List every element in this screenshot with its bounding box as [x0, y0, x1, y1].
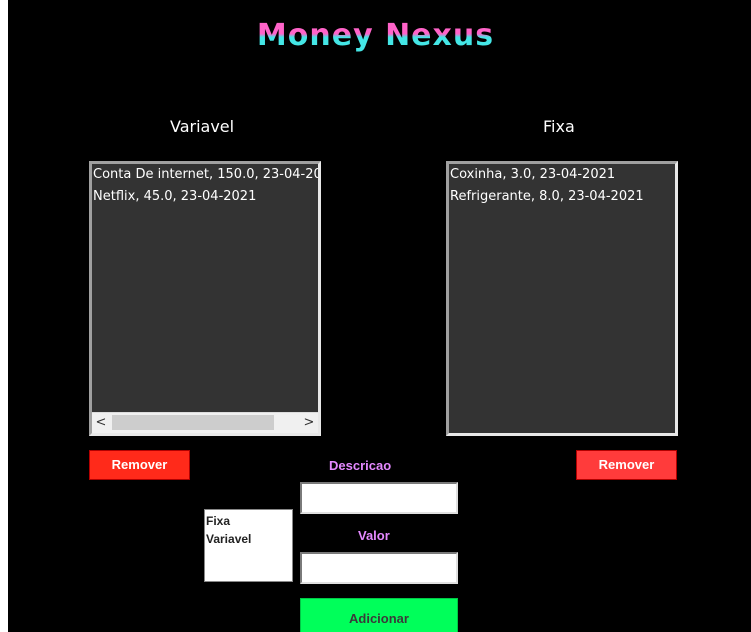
- scroll-right-icon[interactable]: >: [300, 413, 318, 433]
- fixa-list: Coxinha, 3.0, 23-04-2021 Refrigerante, 8…: [449, 164, 675, 208]
- app-title: Money Nexus: [8, 18, 751, 53]
- descricao-label: Descricao: [329, 458, 392, 473]
- horizontal-scrollbar[interactable]: < >: [92, 412, 318, 433]
- type-listbox[interactable]: Fixa Variavel: [204, 509, 293, 582]
- type-options: Fixa Variavel: [205, 510, 292, 548]
- variavel-remove-button[interactable]: Remover: [89, 450, 190, 480]
- variavel-label: Variavel: [170, 117, 235, 136]
- valor-input[interactable]: [300, 552, 458, 584]
- list-item[interactable]: Coxinha, 3.0, 23-04-2021: [449, 164, 675, 186]
- window-frame: Money Nexus Variavel Fixa Conta De inter…: [0, 0, 751, 632]
- app-canvas: Money Nexus Variavel Fixa Conta De inter…: [8, 0, 751, 632]
- fixa-label: Fixa: [543, 117, 575, 136]
- adicionar-button[interactable]: Adicionar: [300, 598, 458, 632]
- descricao-input[interactable]: [300, 482, 458, 514]
- valor-label: Valor: [358, 528, 390, 543]
- list-item[interactable]: Refrigerante, 8.0, 23-04-2021: [449, 186, 675, 208]
- scrollbar-thumb[interactable]: [112, 415, 274, 430]
- variavel-listbox[interactable]: Conta De internet, 150.0, 23-04-2021 Net…: [89, 161, 321, 436]
- fixa-listbox[interactable]: Coxinha, 3.0, 23-04-2021 Refrigerante, 8…: [446, 161, 678, 436]
- scroll-left-icon[interactable]: <: [92, 413, 110, 433]
- type-option-variavel[interactable]: Variavel: [206, 530, 292, 548]
- variavel-list: Conta De internet, 150.0, 23-04-2021 Net…: [92, 164, 318, 208]
- list-item[interactable]: Conta De internet, 150.0, 23-04-2021: [92, 164, 318, 186]
- list-item[interactable]: Netflix, 45.0, 23-04-2021: [92, 186, 318, 208]
- fixa-remove-button[interactable]: Remover: [576, 450, 677, 480]
- type-option-fixa[interactable]: Fixa: [206, 512, 292, 530]
